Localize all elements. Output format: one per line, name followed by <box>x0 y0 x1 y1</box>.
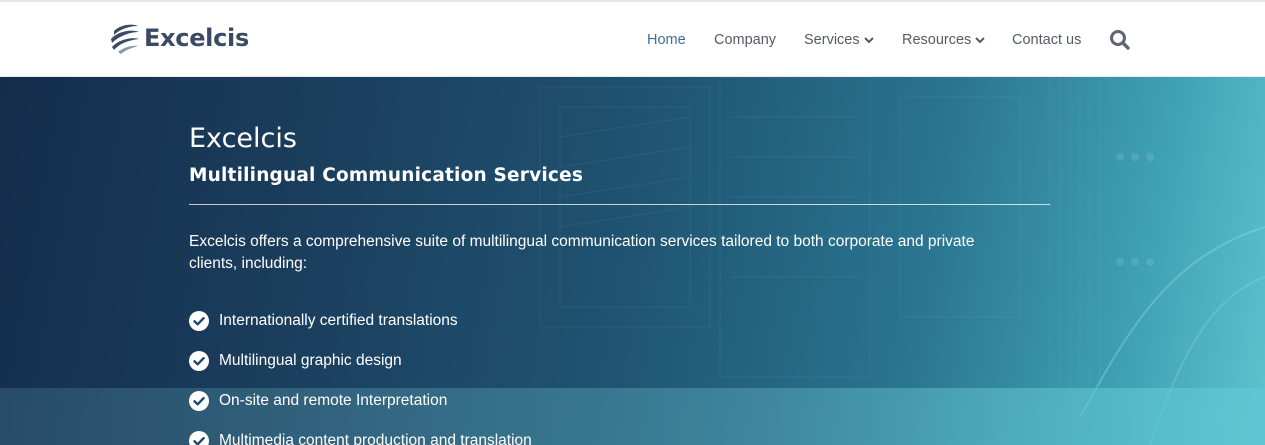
nav-item-company[interactable]: Company <box>714 29 776 51</box>
main-nav: Home Company Services Resources Contact … <box>0 29 1265 53</box>
list-item-label: Multilingual graphic design <box>219 352 402 369</box>
list-item: Multimedia content production and transl… <box>189 421 532 445</box>
nav-item-label: Home <box>647 32 686 48</box>
services-list: Internationally certified translations M… <box>189 301 532 445</box>
search-button[interactable] <box>1108 28 1132 52</box>
check-circle-icon <box>189 431 209 445</box>
site-header: Excelcis Home Company Services Resources… <box>0 2 1265 77</box>
list-item: Internationally certified translations <box>189 301 532 341</box>
hero-intro-text: Excelcis offers a comprehensive suite of… <box>189 233 975 272</box>
nav-item-home[interactable]: Home <box>647 29 686 51</box>
divider <box>189 204 1050 205</box>
list-item-label: On-site and remote Interpretation <box>219 392 448 409</box>
nav-item-contact-us[interactable]: Contact us <box>1012 29 1081 51</box>
hero-title: Excelcis <box>189 123 297 154</box>
list-item: On-site and remote Interpretation <box>189 381 532 421</box>
chevron-down-icon <box>975 37 986 44</box>
check-circle-icon <box>189 351 209 371</box>
check-circle-icon <box>189 391 209 411</box>
nav-item-label: Company <box>714 32 777 48</box>
hero-banner: Excelcis Multilingual Communication Serv… <box>0 77 1265 445</box>
list-item: Multilingual graphic design <box>189 341 532 381</box>
nav-item-resources[interactable]: Resources <box>902 29 986 51</box>
nav-item-label: Resources <box>902 32 972 48</box>
nav-item-label: Services <box>804 32 860 48</box>
hero-subtitle: Multilingual Communication Services <box>189 165 584 186</box>
nav-item-label: Contact us <box>1012 32 1082 48</box>
list-item-label: Internationally certified translations <box>219 312 458 329</box>
search-icon <box>1110 30 1130 50</box>
nav-item-services[interactable]: Services <box>804 29 874 51</box>
chevron-down-icon <box>863 37 874 44</box>
list-item-label: Multimedia content production and transl… <box>219 432 532 445</box>
check-circle-icon <box>189 311 209 331</box>
